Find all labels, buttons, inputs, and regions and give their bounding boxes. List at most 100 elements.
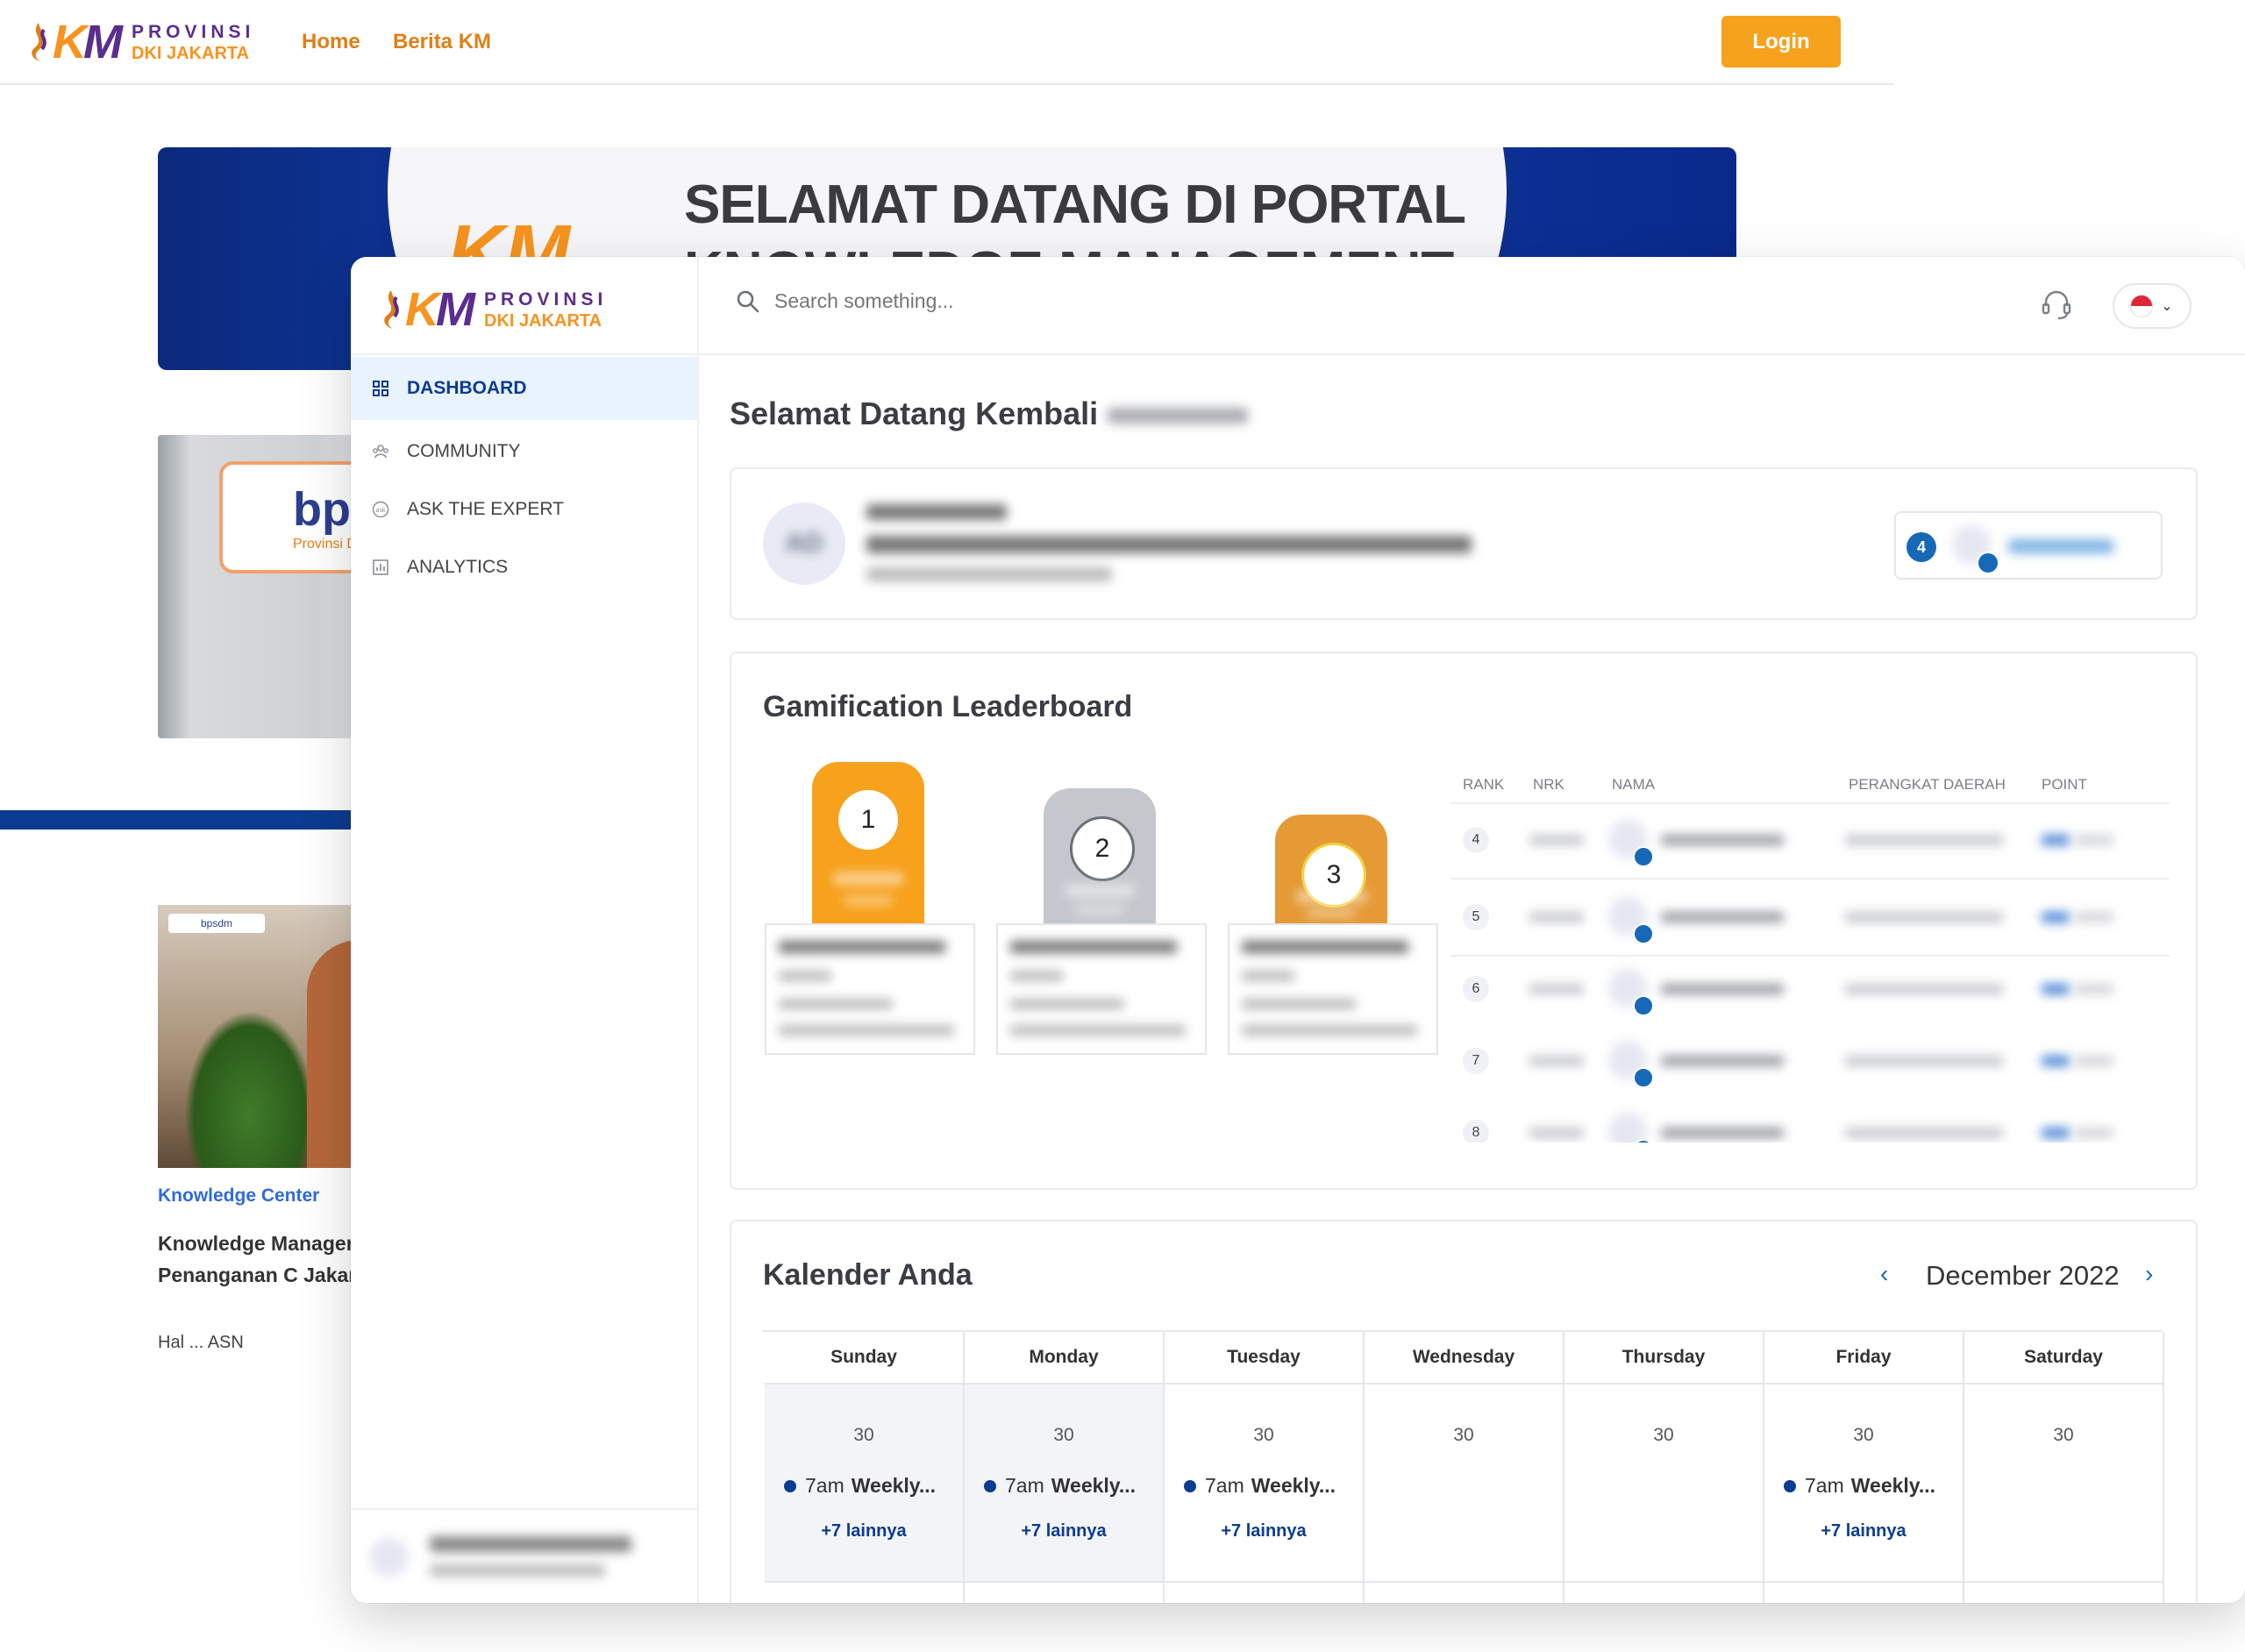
podium-third-info[interactable]	[1228, 923, 1438, 1055]
logo-provinsi-text: PROVINSI	[132, 21, 255, 42]
sidebar-item-community[interactable]: COMMUNITY	[351, 420, 697, 483]
nav-home-link[interactable]: Home	[302, 30, 360, 54]
nav-berita-link[interactable]: Berita KM	[393, 30, 491, 54]
day-number: 30	[853, 1425, 874, 1445]
weekday-header: Friday	[1764, 1332, 1963, 1385]
search-icon	[737, 290, 759, 312]
calendar-day-cell[interactable]: 30 7am Weekly... +7 lainnya	[1764, 1385, 1963, 1583]
podium-third: 3	[1275, 815, 1387, 923]
podium-second: 2	[1044, 788, 1156, 923]
event-dot-icon	[1784, 1479, 1796, 1492]
rank-cell: 8	[1463, 1120, 1489, 1143]
login-button[interactable]: Login	[1721, 16, 1841, 68]
calendar-day-cell[interactable]: 30 7am Weekly... +7 lainnya	[1165, 1385, 1363, 1583]
search-input[interactable]	[773, 288, 1302, 314]
portal-logo[interactable]: KM PROVINSI DKI JAKARTA	[23, 16, 254, 68]
calendar-event[interactable]: 7am Weekly...	[784, 1474, 936, 1498]
calendar-column-thursday: Thursday 30	[1564, 1332, 1764, 1603]
event-dot-icon	[1184, 1479, 1196, 1492]
podium-second-info[interactable]	[996, 923, 1207, 1055]
user-rank-chip[interactable]: 4	[1894, 511, 2163, 580]
headset-support-icon[interactable]	[2039, 287, 2074, 322]
sidebar-item-label: COMMUNITY	[407, 441, 521, 461]
calendar-day-cell[interactable]: 30	[1964, 1385, 2163, 1583]
avatar	[1608, 1113, 1647, 1143]
calendar-event[interactable]: 7am Weekly...	[984, 1474, 1136, 1498]
leaderboard-card: Gamification Leaderboard 1 2 3 RANK NRK …	[730, 652, 2198, 1190]
more-events-link[interactable]: +7 lainnya	[1764, 1521, 1963, 1542]
table-row[interactable]: 5	[1450, 881, 2170, 957]
calendar-prev-button[interactable]: ‹	[1880, 1260, 1888, 1288]
sidebar-item-analytics[interactable]: ANALYTICS	[351, 536, 697, 599]
weekday-header: Sunday	[765, 1332, 963, 1385]
rank-badge: 4	[1906, 532, 1936, 562]
flame-logo-icon	[32, 23, 46, 61]
indonesia-flag-icon	[2131, 296, 2153, 317]
weekday-header: Tuesday	[1165, 1332, 1363, 1385]
calendar-column-friday: Friday 30 7am Weekly... +7 lainnya	[1764, 1332, 1964, 1603]
calendar-day-cell[interactable]: 30	[1564, 1385, 1763, 1583]
logo-dki-text: DKI JAKARTA	[484, 310, 602, 331]
sidebar-item-ask-the-expert[interactable]: ask ASK THE EXPERT	[351, 478, 697, 541]
level-badge-icon	[1633, 923, 1654, 944]
user-email-redacted	[430, 1564, 605, 1577]
table-row[interactable]: 8	[1450, 1097, 2170, 1143]
rank-cell: 7	[1463, 1048, 1489, 1074]
podium-first-info[interactable]	[765, 923, 975, 1055]
bps-sign-image[interactable]: bps Provinsi D	[158, 435, 377, 738]
card-excerpt: Hal ... ASN	[158, 1333, 244, 1352]
more-events-link[interactable]: +7 lainnya	[765, 1521, 963, 1542]
flame-logo-icon	[384, 290, 399, 329]
dashboard-icon	[372, 380, 389, 397]
calendar-card: Kalender Anda ‹ December 2022 › Sunday 3…	[730, 1220, 2198, 1603]
calendar-day-cell[interactable]: 30 7am Weekly... +7 lainnya	[965, 1385, 1163, 1583]
more-events-link[interactable]: +7 lainnya	[1165, 1521, 1363, 1542]
day-number: 30	[1453, 1425, 1474, 1445]
column-point: POINT	[2042, 776, 2087, 793]
video-tag: bpsdm	[168, 914, 265, 933]
more-events-link[interactable]: +7 lainnya	[965, 1521, 1163, 1542]
day-number: 30	[1253, 1425, 1274, 1445]
search-bar[interactable]	[736, 288, 1302, 314]
day-number: 30	[1853, 1425, 1874, 1445]
table-row[interactable]: 4	[1450, 804, 2170, 879]
profile-position-redacted	[866, 536, 1472, 553]
day-number: 30	[2053, 1425, 2074, 1445]
avatar	[370, 1538, 409, 1577]
logo-provinsi-text: PROVINSI	[484, 288, 608, 310]
calendar-event[interactable]: 7am Weekly...	[1784, 1474, 1935, 1498]
event-dot-icon	[784, 1479, 796, 1492]
table-row[interactable]: 6	[1450, 953, 2170, 1027]
section-divider	[0, 810, 368, 830]
calendar-day-cell[interactable]: 30	[1365, 1385, 1563, 1583]
level-badge-icon	[1633, 1067, 1654, 1088]
day-number: 30	[1653, 1425, 1674, 1445]
sidebar-user-profile[interactable]	[351, 1508, 697, 1603]
rank-cell: 6	[1463, 976, 1489, 1002]
day-number: 30	[1053, 1425, 1074, 1445]
column-nrk: NRK	[1533, 776, 1564, 793]
podium-first: 1	[812, 762, 924, 923]
logo-dki-text: DKI JAKARTA	[132, 43, 250, 63]
column-perangkat-daerah: PERANGKAT DAERAH	[1849, 776, 2006, 793]
calendar-day-cell[interactable]: 30 7am Weekly... +7 lainnya	[765, 1385, 963, 1583]
app-logo[interactable]: KM PROVINSI DKI JAKARTA	[375, 283, 607, 336]
level-badge-icon	[1977, 552, 1999, 574]
main-content: Selamat Datang Kembali AD 4 Gamification…	[697, 353, 2245, 1603]
podium-rank-number: 2	[1070, 816, 1135, 881]
column-rank: RANK	[1463, 776, 1505, 793]
calendar-event[interactable]: 7am Weekly...	[1184, 1474, 1336, 1498]
calendar-column-saturday: Saturday 30	[1964, 1332, 2164, 1603]
sidebar-item-label: DASHBOARD	[407, 378, 527, 398]
sidebar-item-dashboard[interactable]: DASHBOARD	[351, 357, 697, 420]
card-category-label[interactable]: Knowledge Center	[158, 1186, 319, 1207]
language-selector[interactable]: ⌄	[2113, 283, 2192, 329]
profile-email-redacted	[866, 567, 1112, 581]
calendar-next-button[interactable]: ›	[2145, 1260, 2153, 1288]
sidebar-item-label: ASK THE EXPERT	[407, 499, 564, 519]
profile-card: AD 4	[730, 467, 2198, 620]
weekday-header: Thursday	[1564, 1332, 1763, 1385]
weekday-header: Wednesday	[1365, 1332, 1563, 1385]
level-badge-icon	[1633, 846, 1654, 867]
table-row[interactable]: 7	[1450, 1025, 2170, 1099]
